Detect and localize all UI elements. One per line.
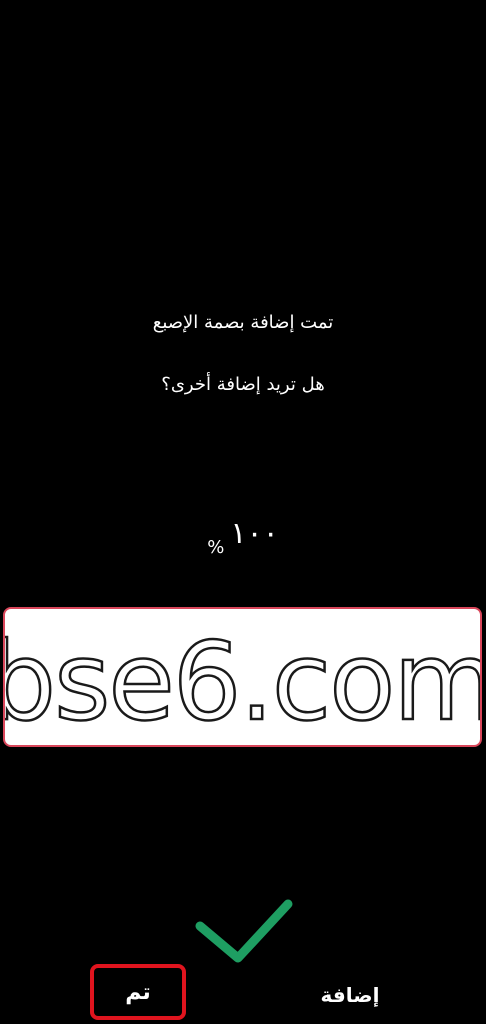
progress-indicator: ١٠٠% <box>0 516 486 558</box>
fingerprint-added-screen: تمت إضافة بصمة الإصبع هل تريد إضافة أخرى… <box>0 0 486 1024</box>
add-button[interactable]: إضافة <box>300 972 400 1018</box>
add-another-question: هل تريد إضافة أخرى؟ <box>161 374 325 395</box>
progress-unit: % <box>207 537 225 558</box>
watermark-banner: bse6.com <box>3 607 482 747</box>
success-message: تمت إضافة بصمة الإصبع <box>152 312 334 333</box>
watermark-text: bse6.com <box>5 620 480 745</box>
progress-value: ١٠٠ <box>230 516 279 551</box>
done-button[interactable]: تم <box>90 964 186 1020</box>
checkmark-icon <box>195 899 293 963</box>
watermark-graphic: bse6.com <box>5 619 480 745</box>
